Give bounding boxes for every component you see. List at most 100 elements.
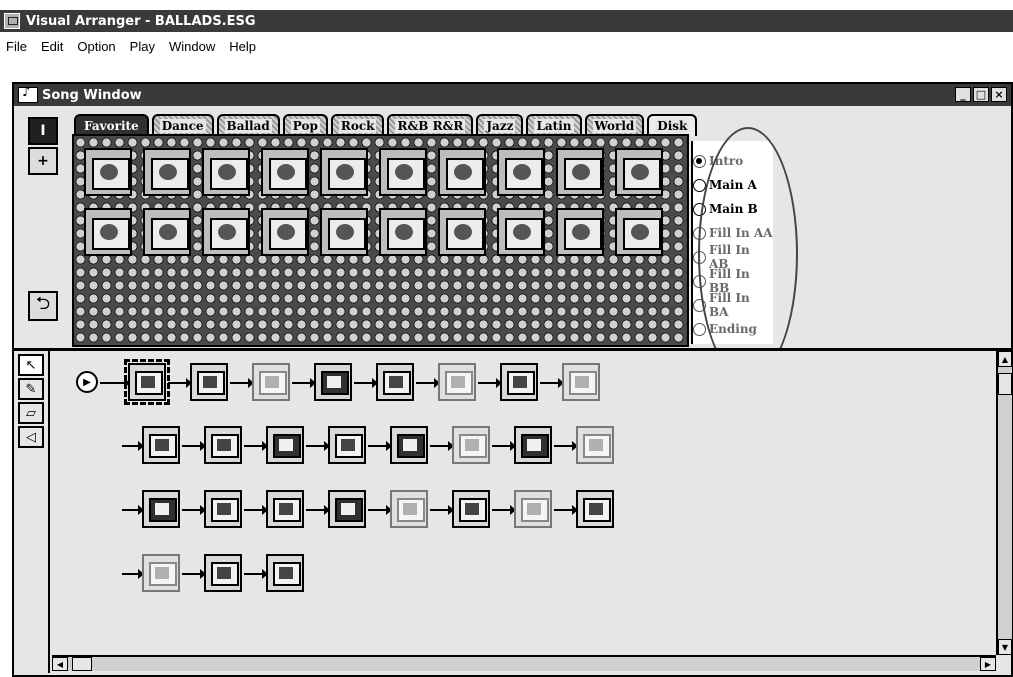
style-tile[interactable] [615,148,663,196]
section-fill-in-bb[interactable]: Fill In BB [693,267,773,295]
radio-button[interactable] [693,226,706,240]
tab-jazz[interactable]: Jazz [476,114,524,136]
song-block[interactable] [514,426,552,464]
style-tile[interactable] [261,208,309,256]
song-block[interactable] [266,426,304,464]
song-block[interactable] [438,363,476,401]
radio-button[interactable] [693,202,706,216]
style-tile[interactable] [497,208,545,256]
style-tile[interactable] [84,208,132,256]
song-block[interactable] [514,490,552,528]
song-block[interactable] [190,363,228,401]
speaker-tool-button[interactable]: ◁ [18,426,44,448]
song-block[interactable] [376,363,414,401]
song-block[interactable] [328,490,366,528]
menu-help[interactable]: Help [229,39,256,54]
style-tile[interactable] [379,148,427,196]
song-block[interactable] [204,490,242,528]
tab-ballad[interactable]: Ballad [216,114,280,136]
song-block[interactable] [142,554,180,592]
style-tile[interactable] [556,148,604,196]
return-button[interactable]: ⮌ [28,291,58,321]
song-block[interactable] [204,426,242,464]
song-block[interactable] [576,426,614,464]
section-intro[interactable]: Intro [693,149,773,173]
song-block[interactable] [266,554,304,592]
song-block[interactable] [452,426,490,464]
song-block[interactable] [266,490,304,528]
song-block[interactable] [142,490,180,528]
song-window-title-bar[interactable]: Song Window _ □ × [14,84,1011,106]
song-block[interactable] [328,426,366,464]
vertical-scrollbar[interactable]: ▲ ▼ [996,351,1012,655]
tab-dance[interactable]: Dance [151,114,214,136]
song-block[interactable] [124,359,170,405]
menu-play[interactable]: Play [130,39,155,54]
section-fill-in-aa[interactable]: Fill In AA [693,221,773,245]
song-block[interactable] [204,554,242,592]
style-tile[interactable] [143,208,191,256]
arrangement-area[interactable]: ▶ [52,351,996,653]
section-main-a[interactable]: Main A [693,173,773,197]
tab-pop[interactable]: Pop [282,114,328,136]
style-tile[interactable] [320,148,368,196]
song-block[interactable] [142,426,180,464]
scroll-left-button[interactable]: ◀ [52,657,68,671]
maximize-button[interactable]: □ [973,87,989,102]
song-block[interactable] [314,363,352,401]
section-fill-in-ab[interactable]: Fill In AB [693,243,773,271]
close-button[interactable]: × [991,87,1007,102]
scroll-down-button[interactable]: ▼ [998,639,1012,655]
menu-option[interactable]: Option [77,39,115,54]
radio-button[interactable] [693,178,706,192]
pointer-tool-button[interactable]: ↖ [18,354,44,376]
style-tile[interactable] [438,208,486,256]
play-button[interactable]: ▶ [76,371,98,393]
menu-edit[interactable]: Edit [41,39,63,54]
tab-world[interactable]: World [584,114,645,136]
section-ending[interactable]: Ending [693,317,773,341]
style-tile[interactable] [143,148,191,196]
eraser-tool-button[interactable]: ▱ [18,402,44,424]
style-tile[interactable] [202,148,250,196]
tab-rock[interactable]: Rock [330,114,385,136]
radio-button[interactable] [693,250,706,264]
song-block[interactable] [500,363,538,401]
tab-disk[interactable]: Disk [647,114,698,136]
song-block[interactable] [452,490,490,528]
song-block[interactable] [390,426,428,464]
section-main-b[interactable]: Main B [693,197,773,221]
radio-button[interactable] [693,298,706,312]
pencil-tool-button[interactable]: ✎ [18,378,44,400]
minimize-button[interactable]: _ [955,87,971,102]
tab-favorite[interactable]: Favorite [74,114,149,136]
style-tile[interactable] [379,208,427,256]
menu-file[interactable]: File [6,39,27,54]
section-fill-in-ba[interactable]: Fill In BA [693,291,773,319]
horizontal-scroll-thumb[interactable] [72,657,92,671]
song-block[interactable] [390,490,428,528]
tempo-tool-button[interactable]: I [28,117,58,145]
vertical-scroll-thumb[interactable] [998,373,1012,395]
style-tile[interactable] [497,148,545,196]
style-tile[interactable] [202,208,250,256]
menu-window[interactable]: Window [169,39,215,54]
radio-button[interactable] [693,322,706,336]
scroll-right-button[interactable]: ▶ [980,657,996,671]
tab-latin[interactable]: Latin [526,114,582,136]
song-block[interactable] [252,363,290,401]
style-tile[interactable] [615,208,663,256]
song-block[interactable] [576,490,614,528]
style-tile[interactable] [556,208,604,256]
radio-button[interactable] [693,154,706,168]
style-tile[interactable] [320,208,368,256]
style-tile[interactable] [84,148,132,196]
scroll-up-button[interactable]: ▲ [998,351,1012,367]
position-tool-button[interactable]: + [28,147,58,175]
song-block[interactable] [562,363,600,401]
style-tile[interactable] [261,148,309,196]
horizontal-scrollbar[interactable]: ◀ ▶ [52,655,996,671]
style-tile[interactable] [438,148,486,196]
radio-button[interactable] [693,274,706,288]
tab-rb-rr[interactable]: R&B R&R [387,114,474,136]
